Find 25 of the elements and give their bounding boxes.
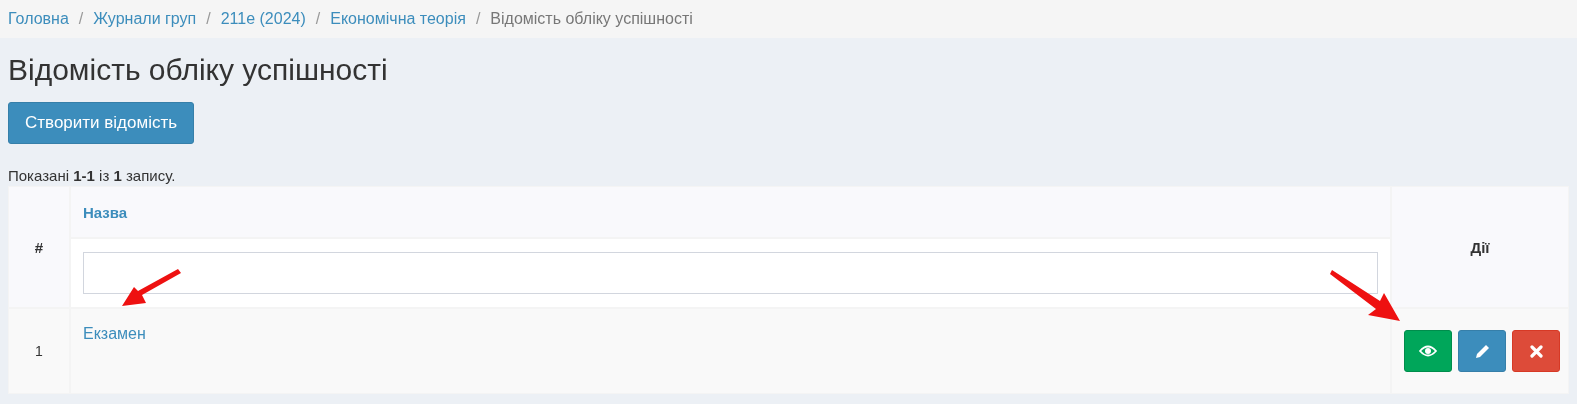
create-button[interactable]: Створити відомість xyxy=(8,102,195,144)
summary-text: Показані 1-1 із 1 запису. xyxy=(8,166,177,186)
eye-icon xyxy=(1419,345,1437,357)
breadcrumb-link[interactable]: Журнали груп xyxy=(93,10,197,28)
filter-input[interactable] xyxy=(83,252,1378,294)
page-title: Відомість обліку успішності xyxy=(8,52,389,86)
breadcrumb-link[interactable]: 211е (2024) xyxy=(220,10,306,28)
sort-link[interactable]: Назва xyxy=(83,203,128,221)
delete-button[interactable] xyxy=(1512,330,1560,372)
table-cell: 1 xyxy=(8,308,70,394)
pencil-icon xyxy=(1474,343,1490,359)
annotation-arrow xyxy=(1330,267,1402,323)
breadcrumb-link[interactable]: Головна xyxy=(8,10,69,28)
column-header: Дії xyxy=(1391,186,1569,308)
edit-button[interactable] xyxy=(1458,330,1506,372)
breadcrumb-link[interactable]: Економічна теорія xyxy=(330,10,466,28)
record-link[interactable]: Екзамен xyxy=(83,325,146,342)
breadcrumb-separator: / xyxy=(77,10,85,28)
breadcrumb-separator: / xyxy=(474,10,482,28)
close-icon xyxy=(1529,344,1543,358)
view-button[interactable] xyxy=(1404,330,1452,372)
breadcrumb-separator: / xyxy=(314,10,322,28)
breadcrumb-separator: / xyxy=(205,10,212,28)
breadcrumb-current: Відомість обліку успішності xyxy=(490,10,693,28)
column-header: # xyxy=(8,186,70,308)
